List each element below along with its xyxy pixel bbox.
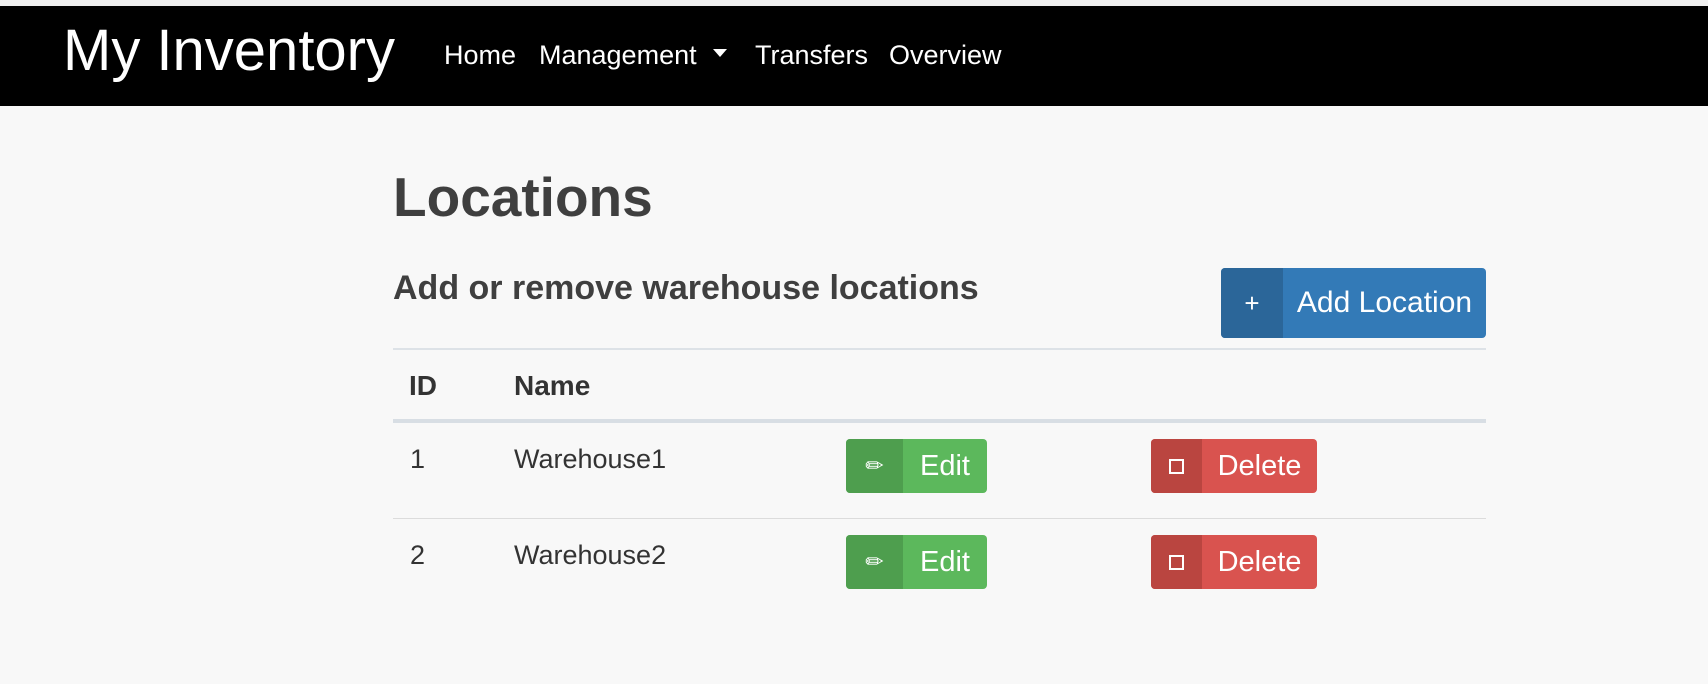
row-1-id: 1 bbox=[410, 444, 426, 474]
add-location-label: Add Location bbox=[1296, 286, 1473, 319]
nav-item-transfers[interactable]: Transfers bbox=[755, 42, 868, 69]
page-title: Locations bbox=[393, 166, 653, 228]
pencil-icon: ✏ bbox=[846, 535, 903, 589]
nav-item-overview[interactable]: Overview bbox=[889, 42, 1002, 69]
nav-item-home[interactable]: Home bbox=[444, 42, 516, 69]
navbar-brand[interactable]: My Inventory bbox=[63, 22, 395, 80]
table-top-divider bbox=[393, 348, 1486, 350]
caret-down-icon bbox=[712, 48, 727, 57]
nav-item-management-label: Management bbox=[539, 40, 697, 70]
plus-icon: + bbox=[1221, 268, 1283, 338]
row-1-delete-label: Delete bbox=[1217, 449, 1302, 482]
table-header-divider bbox=[393, 419, 1486, 423]
column-header-id: ID bbox=[409, 370, 437, 401]
trash-icon bbox=[1151, 439, 1202, 493]
top-navbar: My Inventory Home Management Transfers O… bbox=[0, 6, 1708, 106]
row-2-name: Warehouse2 bbox=[514, 540, 667, 570]
nav-item-management-dropdown[interactable]: Management bbox=[539, 42, 727, 69]
row-2-delete-button[interactable]: Delete bbox=[1151, 535, 1317, 589]
table-row-divider bbox=[393, 518, 1486, 519]
pencil-icon: ✏ bbox=[846, 439, 903, 493]
row-1-edit-button[interactable]: ✏ Edit bbox=[846, 439, 987, 493]
row-2-edit-button[interactable]: ✏ Edit bbox=[846, 535, 987, 589]
row-2-delete-label: Delete bbox=[1217, 545, 1302, 578]
column-header-name: Name bbox=[514, 370, 591, 401]
page-subtitle: Add or remove warehouse locations bbox=[393, 269, 979, 307]
add-location-button[interactable]: + Add Location bbox=[1221, 268, 1486, 338]
row-2-edit-label: Edit bbox=[920, 545, 970, 578]
row-1-name: Warehouse1 bbox=[514, 444, 667, 474]
row-1-delete-button[interactable]: Delete bbox=[1151, 439, 1317, 493]
row-2-id: 2 bbox=[410, 540, 426, 570]
trash-icon bbox=[1151, 535, 1202, 589]
row-1-edit-label: Edit bbox=[920, 449, 970, 482]
